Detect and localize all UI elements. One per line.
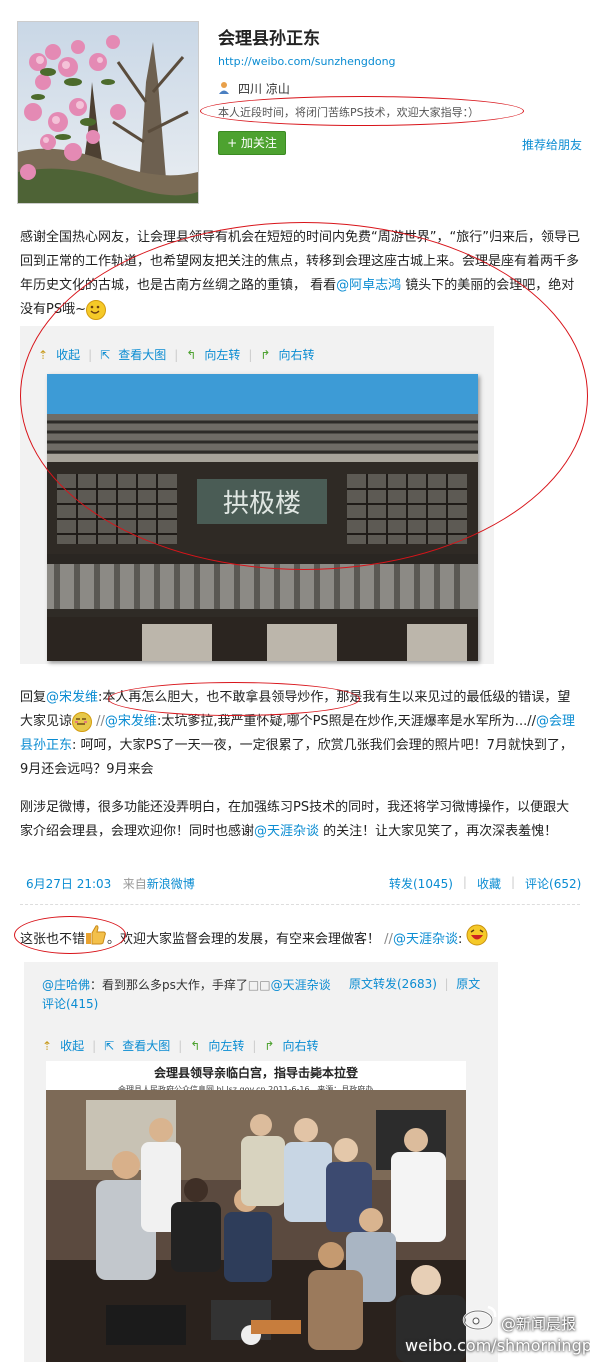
original-comment-link[interactable]: 原文 [456, 977, 480, 991]
reply-text-part: : 呵呵，大家PS了一天一夜，一定很累了，欣赏几张我们会理的照片吧！7月就快到了… [20, 738, 573, 777]
watermark-url: weibo.com/shmorningpost [405, 1336, 590, 1355]
post2-colon: : [457, 932, 463, 947]
mention-link[interactable]: @阿卓志鸿 [336, 278, 401, 293]
profile-name: 会理县孙正东 [218, 29, 320, 49]
mention-link[interactable]: @宋发维 [46, 690, 98, 705]
enlarge-icon: ⇱ [104, 1038, 115, 1053]
rotate-left-icon: ↰ [190, 1038, 201, 1053]
rotate-left-link[interactable]: 向左转 [208, 1037, 244, 1054]
divider: | [174, 347, 179, 362]
mention-link[interactable]: @天涯杂谈 [254, 824, 319, 839]
rotate-right-link[interactable]: 向右转 [282, 1037, 318, 1054]
comment-link[interactable]: 评论(652) [525, 875, 581, 892]
view-large-link[interactable]: 查看大图 [122, 1037, 170, 1054]
rotate-right-icon: ↱ [264, 1038, 275, 1053]
post2-text-part: 这张也不错 [20, 932, 86, 947]
reply-prefix: 回复 [20, 690, 47, 705]
smile-emoticon-icon [85, 299, 106, 320]
quoted-text: ：看到那么多ps大作，手痒了 [90, 978, 248, 992]
view-large-link[interactable]: 查看大图 [118, 346, 166, 363]
mention-link[interactable]: @天涯杂谈 [271, 978, 331, 992]
rotate-left-link[interactable]: 向左转 [204, 346, 240, 363]
laughing-emoticon-icon [466, 924, 488, 955]
emoticon-box-icon: □□ [247, 978, 271, 992]
favorite-link[interactable]: 收藏 [477, 875, 501, 892]
profile-location: 四川 凉山 [218, 80, 290, 97]
weibo-logo-icon [462, 1303, 498, 1335]
news-title: 会理县领导亲临白宫，指导击毙本拉登 [153, 1066, 358, 1080]
repost-link[interactable]: 转发(1045) [389, 875, 453, 892]
divider: | [248, 347, 253, 362]
news-photo[interactable]: 会理县领导亲临白宫，指导击毙本拉登 会理县人民政府公众信息网 hl.lsz.go… [46, 1061, 466, 1362]
follow-button[interactable]: + 加关注 [218, 131, 286, 155]
post-meta-left: 6月27日 21:03 来自新浪微博 [26, 875, 195, 892]
recommend-to-friend-link[interactable]: 推荐给朋友 [522, 136, 582, 153]
collapse-icon: ⇡ [38, 347, 49, 362]
divider: | [462, 875, 467, 889]
post2-text: 这张也不错 。欢迎大家监督会理的发展，有空来会理做客！ //@天涯杂谈: [20, 924, 580, 955]
enlarge-icon: ⇱ [100, 347, 111, 362]
para-text-part: 的关注！让大家见笑了，再次深表羞愧！ [323, 824, 558, 839]
embarrassed-emoticon-icon [72, 711, 93, 732]
post-text: 感谢全国热心网友，让会理县领导有机会在短短的时间内免费“周游世界”，“旅行”归来… [20, 226, 580, 322]
original-comment-count-link[interactable]: 评论(415) [42, 995, 98, 1012]
divider: | [178, 1038, 183, 1053]
profile-bio: 本人近段时间，将闭门苦练PS技术，欢迎大家指导：） [218, 106, 480, 119]
reply-text-part: :太坑爹拉,我严重怀疑,哪个PS照是在炒作,天涯爆率是水军所为...// [156, 714, 536, 729]
source-prefix: 来自 [122, 877, 147, 891]
post-actions: 转发(1045) | 收藏 | 评论(652) [389, 875, 581, 892]
original-repost-link[interactable]: 原文转发(2683) [349, 977, 437, 991]
person-icon [218, 81, 230, 97]
collapse-link[interactable]: 收起 [56, 346, 80, 363]
mention-link[interactable]: @庄哈佛 [42, 978, 90, 992]
rotate-left-icon: ↰ [186, 347, 197, 362]
thumbs-up-icon [85, 925, 107, 954]
reply-separator: // [96, 714, 105, 729]
profile-url-link[interactable]: http://weibo.com/sunzhengdong [218, 55, 396, 68]
rotate-right-icon: ↱ [260, 347, 271, 362]
divider: | [92, 1038, 97, 1053]
post-time-link[interactable]: 6月27日 21:03 [26, 877, 111, 891]
gate-sign-text: 拱极楼 [223, 489, 301, 519]
post2-separator: // [384, 932, 393, 947]
divider: | [252, 1038, 257, 1053]
mention-link[interactable]: @宋发维 [105, 714, 157, 729]
quoted-actions: 原文转发(2683) | 原文 [349, 975, 480, 992]
location-text: 四川 凉山 [238, 82, 290, 96]
avatar[interactable] [17, 21, 199, 204]
divider: | [88, 347, 93, 362]
rotate-right-link[interactable]: 向右转 [278, 346, 314, 363]
collapse-link[interactable]: 收起 [60, 1037, 84, 1054]
post-divider [20, 904, 580, 905]
avatar-flowers-image [18, 22, 198, 203]
watermark-brand: @新闻晨报 [501, 1315, 577, 1333]
second-paragraph: 刚涉足微博，很多功能还没弄明白，在加强练习PS技术的同时，我还将学习微博操作，以… [20, 796, 580, 844]
gate-tower-photo[interactable]: 拱极楼 [47, 374, 478, 661]
collapse-icon: ⇡ [42, 1038, 53, 1053]
post2-text-part: 。欢迎大家监督会理的发展，有空来会理做客！ [107, 932, 381, 947]
source-link[interactable]: 新浪微博 [147, 877, 195, 891]
divider: | [440, 977, 453, 991]
quoted-image-toolbar: ⇡ 收起 | ⇱ 查看大图 | ↰ 向左转 | ↱ 向右转 [42, 1037, 318, 1054]
mention-link[interactable]: @天涯杂谈 [393, 932, 458, 947]
reply-text: 回复@宋发维:本人再怎么胆大，也不敢拿县领导炒作，那是我有生以来见过的最低级的错… [20, 686, 580, 782]
profile-header: 会理县孙正东 http://weibo.com/sunzhengdong 四川 … [0, 0, 590, 210]
image-toolbar: ⇡ 收起 | ⇱ 查看大图 | ↰ 向左转 | ↱ 向右转 [38, 346, 314, 363]
divider: | [510, 875, 516, 889]
